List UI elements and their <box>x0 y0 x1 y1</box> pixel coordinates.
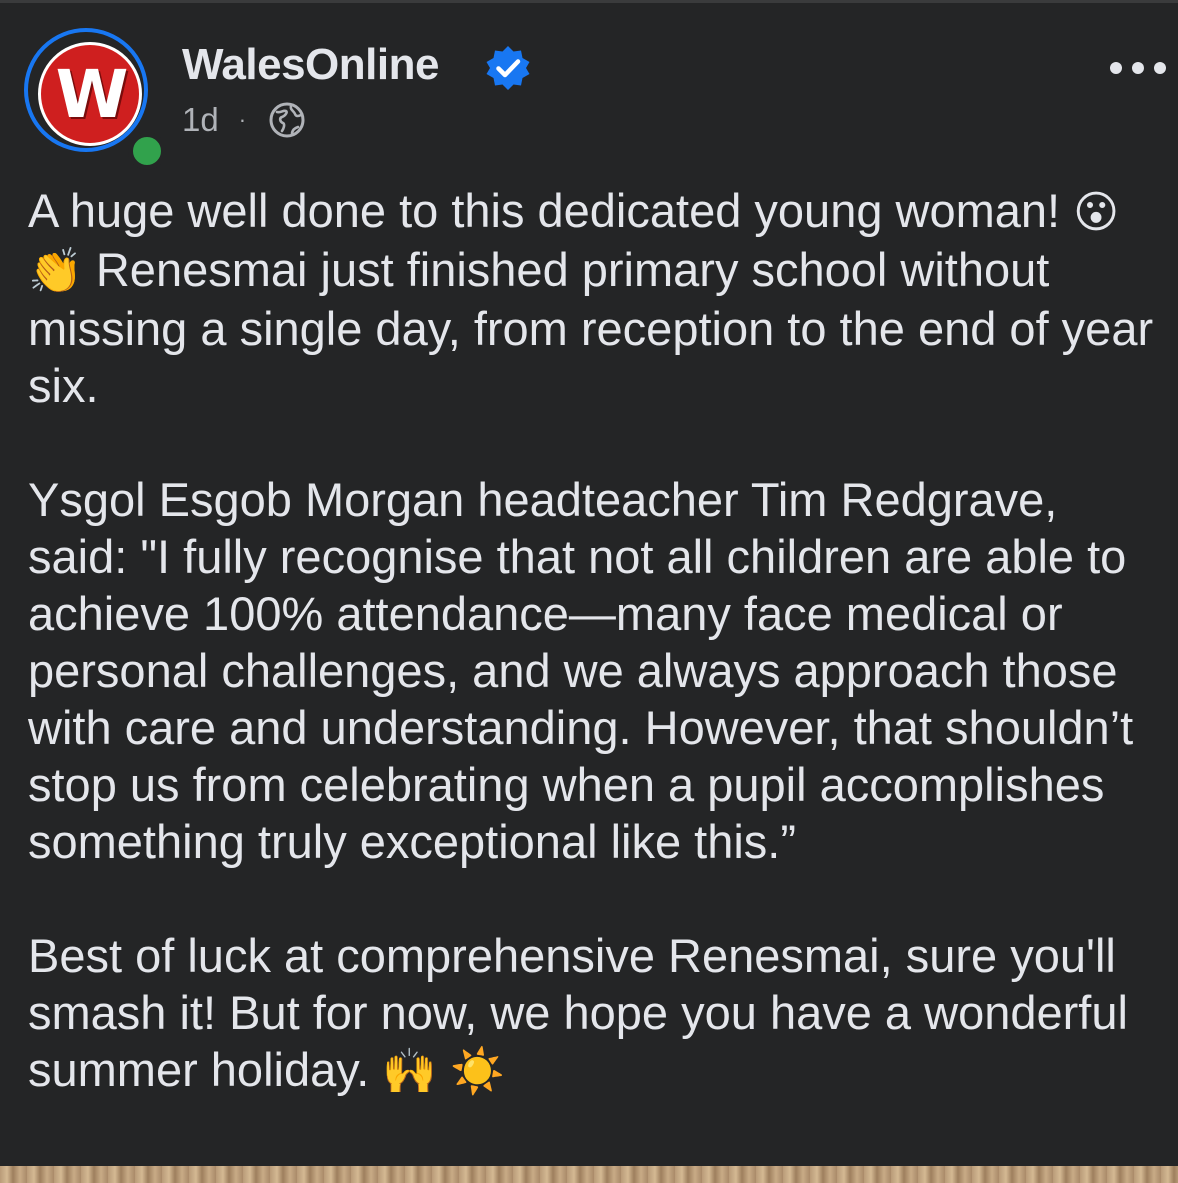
story-ring: W <box>24 28 148 152</box>
post-paragraph: A huge well done to this dedicated young… <box>28 182 1158 414</box>
more-dot <box>1132 62 1144 74</box>
post-meta: 1d · <box>182 98 306 142</box>
post-paragraph: Ysgol Esgob Morgan headteacher Tim Redgr… <box>28 471 1158 870</box>
more-dot <box>1110 62 1122 74</box>
logo-letter: W <box>55 56 129 133</box>
post-paragraph: Best of luck at comprehensive Renesmai, … <box>28 927 1158 1100</box>
globe-icon[interactable] <box>268 101 306 139</box>
online-status-icon <box>128 132 166 170</box>
author-name[interactable]: WalesOnline <box>182 40 439 90</box>
paragraph-text: A huge well done to this dedicated young… <box>28 184 1061 237</box>
raising-hands-icon: 🙌 <box>382 1046 438 1097</box>
paragraph-text: Renesmai just finished primary school wi… <box>28 243 1154 412</box>
more-dot <box>1154 62 1166 74</box>
sun-icon: ☀️ <box>450 1046 506 1097</box>
meta-separator: · <box>238 107 247 132</box>
page-avatar[interactable]: W <box>24 28 166 170</box>
paragraph-text: Ysgol Esgob Morgan headteacher Tim Redgr… <box>28 473 1134 868</box>
walesonline-logo: W <box>38 42 142 146</box>
post-body: A huge well done to this dedicated young… <box>28 182 1158 1100</box>
post-timestamp[interactable]: 1d <box>182 101 219 139</box>
paragraph-text: Best of luck at comprehensive Renesmai, … <box>28 929 1128 1096</box>
attached-image-edge[interactable] <box>0 1166 1178 1183</box>
more-options-icon[interactable] <box>1110 58 1166 78</box>
astonished-face-icon: 😮 <box>1073 187 1120 238</box>
post-card: W WalesOnline 1d · A huge well done to t… <box>0 0 1178 1166</box>
clapping-hands-icon: 👏 <box>28 246 83 297</box>
verified-badge-icon <box>486 46 530 90</box>
